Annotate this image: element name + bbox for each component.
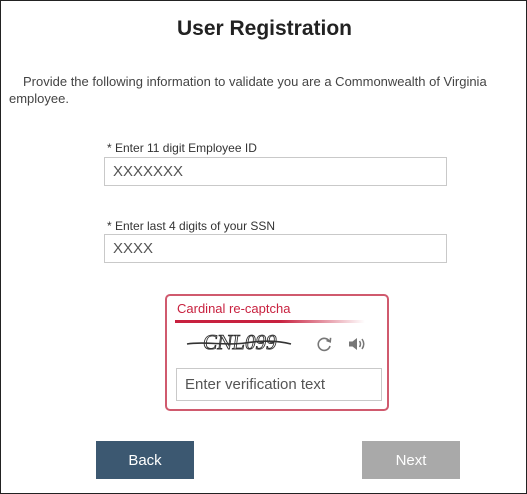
employee-id-input[interactable] (104, 157, 447, 186)
next-button[interactable]: Next (362, 441, 460, 479)
captcha-panel: Cardinal re-captcha CNL099 (165, 294, 389, 411)
captcha-title: Cardinal re-captcha (177, 301, 291, 316)
captcha-verification-input[interactable] (176, 368, 382, 401)
captcha-image: CNL099 (186, 330, 292, 354)
ssn-label: * Enter last 4 digits of your SSN (107, 219, 276, 233)
refresh-icon[interactable] (314, 334, 334, 354)
back-button[interactable]: Back (96, 441, 194, 479)
page-title: User Registration (176, 17, 353, 40)
captcha-title-underline (175, 320, 365, 323)
speaker-icon[interactable] (347, 335, 367, 353)
registration-panel: User Registration Provide the following … (0, 0, 527, 494)
intro-text: Provide the following information to val… (9, 74, 487, 106)
employee-id-label: * Enter 11 digit Employee ID (107, 141, 257, 155)
captcha-image-text: CNL099 (202, 330, 279, 354)
ssn-input[interactable] (104, 234, 447, 263)
